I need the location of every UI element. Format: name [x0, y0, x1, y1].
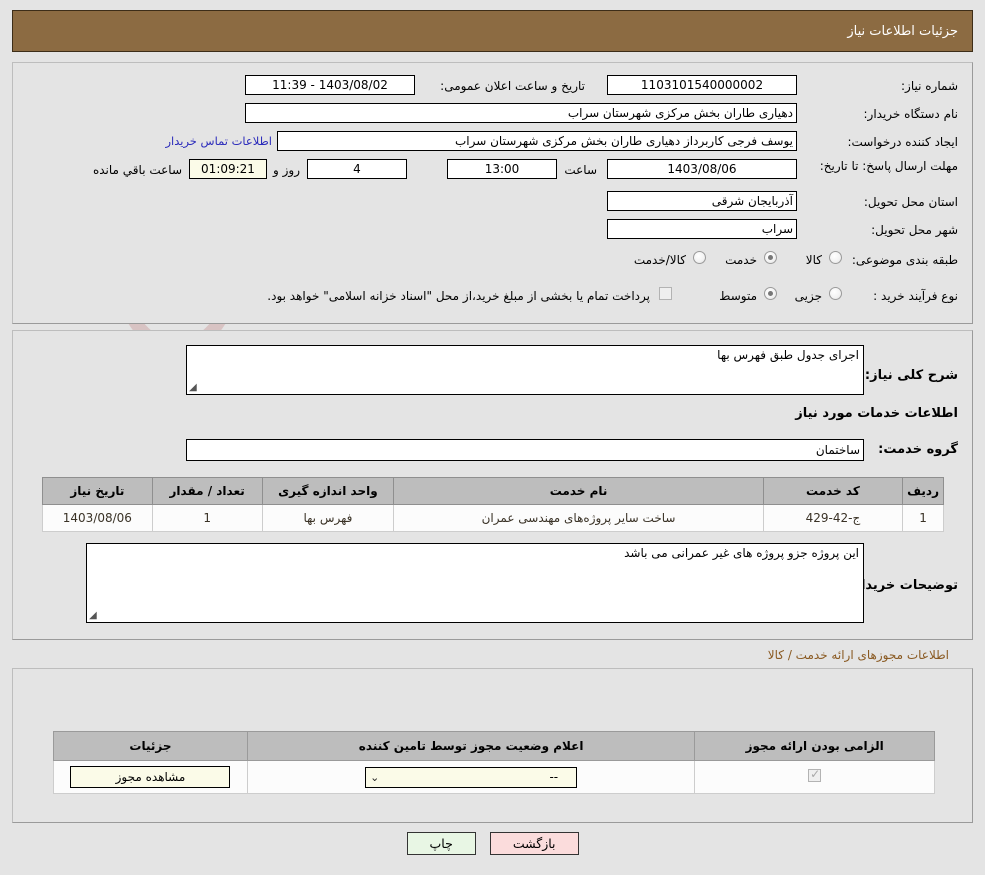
- need-number-label: شماره نیاز:: [901, 79, 958, 93]
- radio-process-jozei-label: جزیی: [794, 289, 822, 303]
- checkbox-permit-required: [808, 767, 822, 782]
- radio-category-kala-khedmat-label: کالا/خدمت: [633, 253, 686, 267]
- radio-process-motevaset-label: متوسط: [719, 289, 757, 303]
- cell-permit-status: ⌄ --: [246, 760, 696, 794]
- countdown-timer: 01:09:21: [189, 159, 267, 179]
- remaining-days-value: 4: [307, 159, 407, 179]
- service-group-label: گروه خدمت:: [878, 442, 958, 457]
- cell-permit-details: مشاهده مجوز: [53, 760, 248, 794]
- permits-table-wrap: الزامی بودن ارائه مجوز اعلام وضعیت مجوز …: [53, 731, 935, 794]
- cell-radif: 1: [902, 504, 944, 532]
- deadline-date-value: 1403/08/06: [607, 159, 797, 179]
- deadline-time-value: 13:00: [447, 159, 557, 179]
- cell-service-name: ساخت سایر پروژه‌های مهندسی عمران: [393, 504, 764, 532]
- page-header: جزئیات اطلاعات نیاز: [12, 10, 973, 52]
- announce-datetime-label: تاریخ و ساعت اعلان عمومی:: [440, 79, 585, 93]
- radio-category-khedmat-label: خدمت: [725, 253, 757, 267]
- delivery-province-value: آذربایجان شرقی: [607, 191, 797, 211]
- radio-category-kala-label: کالا: [805, 253, 822, 267]
- radio-category-kala[interactable]: [829, 251, 842, 264]
- footer-actions: بازگشت چاپ: [0, 832, 985, 855]
- buyer-notes-value: این پروژه جزو پروژه های غیر عمرانی می با…: [624, 546, 859, 560]
- col-service-name: نام خدمت: [393, 477, 764, 505]
- request-creator-label: ایجاد کننده درخواست:: [847, 135, 958, 149]
- buyer-org-label: نام دستگاه خریدار:: [863, 107, 959, 121]
- cell-unit: فهرس بها: [261, 504, 395, 532]
- delivery-city-value: سراب: [607, 219, 797, 239]
- need-summary-panel: شماره نیاز: 1103101540000002 تاریخ و ساع…: [12, 62, 973, 324]
- announce-datetime-value: 1403/08/02 - 11:39: [245, 75, 415, 95]
- delivery-city-label: شهر محل تحویل:: [871, 223, 958, 237]
- general-description-textarea[interactable]: اجرای جدول طبق فهرس بها ◣: [186, 345, 864, 395]
- view-permit-button[interactable]: مشاهده مجوز: [70, 766, 231, 788]
- delivery-province-label: استان محل تحویل:: [863, 195, 958, 209]
- permits-section-title-text: اطلاعات مجوزهای ارائه خدمت / کالا: [767, 648, 949, 662]
- resize-grip-icon[interactable]: ◣: [189, 382, 199, 393]
- table-row: ⌄ -- مشاهده مجوز: [53, 760, 935, 794]
- cell-quantity: 1: [151, 504, 263, 532]
- treasury-documents-text: پرداخت تمام یا بخشی از مبلغ خرید،از محل …: [267, 289, 650, 303]
- permits-panel: الزامی بودن ارائه مجوز اعلام وضعیت مجوز …: [12, 668, 973, 823]
- col-unit: واحد اندازه گیری: [261, 477, 395, 505]
- radio-category-kala-khedmat[interactable]: [693, 251, 706, 264]
- page-root: AriaTender.net جزئیات اطلاعات نیاز شماره…: [0, 0, 985, 875]
- table-row: 1 ج-42-429 ساخت سایر پروژه‌های مهندسی عم…: [42, 504, 944, 532]
- permits-table-header-row: الزامی بودن ارائه مجوز اعلام وضعیت مجوز …: [53, 731, 935, 761]
- buyer-notes-textarea[interactable]: این پروژه جزو پروژه های غیر عمرانی می با…: [86, 543, 864, 623]
- cell-need-date: 1403/08/06: [42, 504, 153, 532]
- col-need-date: تاریخ نیاز: [42, 477, 153, 505]
- need-number-value: 1103101540000002: [607, 75, 797, 95]
- buyer-contact-link[interactable]: اطلاعات تماس خریدار: [165, 134, 272, 148]
- cell-permit-required: [694, 760, 935, 794]
- print-button[interactable]: چاپ: [406, 832, 476, 855]
- permits-table: الزامی بودن ارائه مجوز اعلام وضعیت مجوز …: [53, 731, 935, 794]
- reply-deadline-label: مهلت ارسال پاسخ: تا تاریخ:: [819, 159, 958, 173]
- col-service-code: کد خدمت: [762, 477, 904, 505]
- col-permit-status: اعلام وضعیت مجوز توسط تامین کننده: [246, 731, 696, 761]
- chevron-down-icon: ⌄: [370, 770, 380, 784]
- service-group-value: ساختمان: [186, 439, 864, 461]
- services-table: ردیف کد خدمت نام خدمت واحد اندازه گیری ت…: [42, 477, 944, 532]
- col-radif: ردیف: [902, 477, 944, 505]
- permit-status-select[interactable]: ⌄ --: [365, 766, 578, 788]
- cell-service-code: ج-42-429: [762, 504, 904, 532]
- deadline-time-label: ساعت: [564, 163, 597, 177]
- checkbox-treasury-documents[interactable]: [659, 287, 672, 300]
- general-description-label: شرح کلی نیاز:: [864, 368, 958, 383]
- back-button[interactable]: بازگشت: [489, 832, 579, 855]
- purchase-process-label: نوع فرآیند خرید :: [873, 289, 958, 303]
- radio-category-khedmat[interactable]: [764, 251, 777, 264]
- col-permit-required: الزامی بودن ارائه مجوز: [694, 731, 935, 761]
- permits-section-title: اطلاعات مجوزهای ارائه خدمت / کالا: [0, 648, 961, 662]
- subject-category-label: طبقه بندی موضوعی:: [851, 253, 958, 267]
- col-quantity: تعداد / مقدار: [151, 477, 263, 505]
- need-detail-panel: شرح کلی نیاز: اجرای جدول طبق فهرس بها ◣ …: [12, 330, 973, 640]
- page-title: جزئیات اطلاعات نیاز: [847, 23, 958, 39]
- request-creator-value: یوسف فرجی کاربرداز دهیاری طاران بخش مرکز…: [277, 131, 797, 151]
- radio-process-motevaset[interactable]: [764, 287, 777, 300]
- resize-grip-icon[interactable]: ◣: [89, 610, 99, 621]
- services-section-heading: اطلاعات خدمات مورد نیاز: [795, 406, 958, 421]
- services-table-header-row: ردیف کد خدمت نام خدمت واحد اندازه گیری ت…: [42, 477, 944, 505]
- col-permit-details: جزئیات: [53, 731, 248, 761]
- general-description-value: اجرای جدول طبق فهرس بها: [717, 348, 859, 362]
- radio-process-jozei[interactable]: [829, 287, 842, 300]
- countdown-suffix-label: ساعت باقي مانده: [92, 163, 182, 177]
- remaining-days-unit-label: روز و: [273, 163, 300, 177]
- buyer-org-value: دهیاری طاران بخش مرکزی شهرستان سراب: [245, 103, 797, 123]
- buyer-notes-label: توضیحات خریدار:: [848, 578, 958, 593]
- permit-status-value: --: [549, 769, 559, 784]
